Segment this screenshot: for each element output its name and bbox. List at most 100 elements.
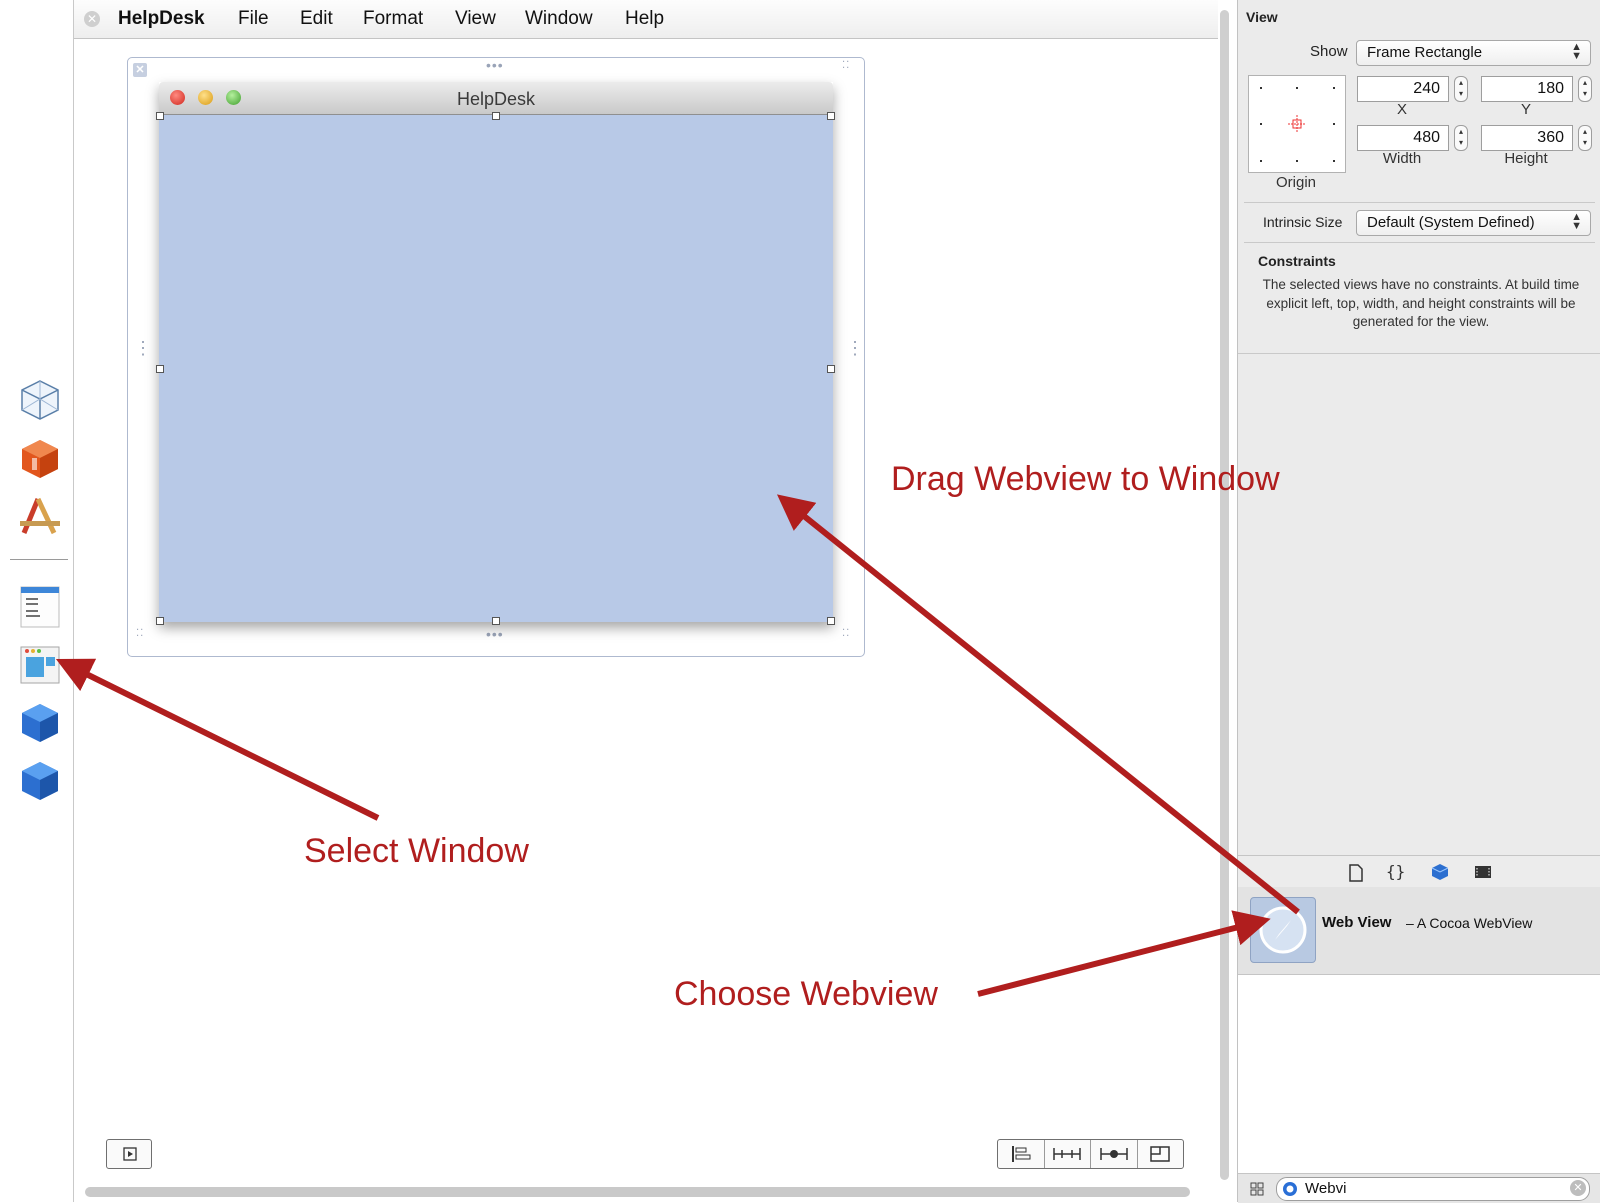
vertical-scrollbar[interactable]	[1220, 10, 1229, 1180]
constraints-title: Constraints	[1258, 253, 1336, 269]
main-menu-icon[interactable]	[18, 585, 62, 629]
web-view-item-tile	[1250, 897, 1316, 963]
clear-search-icon[interactable]: ✕	[1570, 1180, 1586, 1196]
intrinsic-size-value: Default (System Defined)	[1367, 214, 1535, 231]
library-filter-bar: Webvi ✕	[1238, 1173, 1600, 1203]
window-content-view[interactable]	[156, 112, 835, 625]
library-item-web-view[interactable]: Web View – A Cocoa WebView	[1238, 887, 1600, 975]
origin-point[interactable]	[1296, 87, 1298, 89]
origin-selector[interactable]	[1248, 75, 1346, 173]
origin-center-icon	[1288, 115, 1306, 133]
app-menu-bar: ✕ HelpDesk File Edit Format View Window …	[74, 0, 1218, 39]
close-scene-icon[interactable]: ✕	[133, 63, 147, 77]
library-list-empty-area	[1238, 975, 1600, 1175]
annotation-choose-webview: Choose Webview	[674, 975, 938, 1013]
divider	[1244, 242, 1595, 243]
filter-icon	[1283, 1182, 1297, 1196]
resize-dots-left: ⋮	[134, 338, 153, 358]
library-item-description: – A Cocoa WebView	[1406, 915, 1533, 931]
annotation-select-window: Select Window	[304, 832, 529, 870]
resize-handle[interactable]	[156, 617, 164, 625]
document-outline-toggle-button[interactable]	[106, 1139, 152, 1169]
width-value: 480	[1413, 129, 1440, 146]
media-library-icon[interactable]	[1474, 865, 1492, 879]
menu-window[interactable]: Window	[525, 8, 593, 30]
x-label: X	[1396, 101, 1407, 118]
y-label: Y	[1520, 101, 1531, 118]
object-library-icon[interactable]	[1431, 863, 1449, 881]
pin-icon	[1053, 1148, 1081, 1160]
size-inspector: View Show Frame Rectangle ▲ ▼ Origin 240 …	[1237, 0, 1600, 1203]
library-search-input[interactable]: Webvi ✕	[1276, 1177, 1590, 1201]
resizing-button[interactable]	[1138, 1140, 1184, 1168]
menu-view[interactable]: View	[455, 8, 496, 30]
height-value: 360	[1537, 129, 1564, 146]
corner-dots: ⁚⁚	[842, 628, 851, 639]
menu-edit[interactable]: Edit	[300, 8, 333, 30]
dock-separator	[10, 559, 68, 560]
origin-point[interactable]	[1260, 87, 1262, 89]
menu-file[interactable]: File	[238, 8, 269, 30]
x-stepper[interactable]: ▴ ▾	[1454, 76, 1468, 102]
window-titlebar[interactable]: HelpDesk	[159, 82, 833, 115]
y-field[interactable]: 180	[1481, 76, 1573, 102]
intrinsic-size-popup[interactable]: Default (System Defined) ▲ ▼	[1356, 210, 1591, 236]
width-stepper[interactable]: ▴ ▾	[1454, 125, 1468, 151]
resize-dots-bottom: •••	[486, 626, 504, 642]
resize-handle[interactable]	[827, 112, 835, 120]
window-title: HelpDesk	[456, 89, 536, 109]
height-stepper[interactable]: ▴ ▾	[1578, 125, 1592, 151]
origin-point[interactable]	[1333, 123, 1335, 125]
resize-handle[interactable]	[492, 617, 500, 625]
resize-dots-right: ⋮	[846, 338, 865, 358]
blue-cube-icon[interactable]	[18, 759, 62, 803]
compass-icon	[1259, 906, 1307, 954]
resize-handle[interactable]	[156, 365, 164, 373]
origin-point[interactable]	[1333, 87, 1335, 89]
library-tabs: {}	[1238, 855, 1600, 889]
resolve-icon	[1100, 1148, 1128, 1160]
code-snippet-icon[interactable]: {}	[1386, 862, 1405, 881]
cube-outline-icon[interactable]	[18, 378, 62, 422]
menu-format[interactable]: Format	[363, 8, 423, 30]
resize-handle[interactable]	[492, 112, 500, 120]
app-store-icon[interactable]	[18, 495, 62, 539]
y-stepper[interactable]: ▴ ▾	[1578, 76, 1592, 102]
horizontal-scrollbar[interactable]	[85, 1187, 1190, 1197]
divider	[1238, 353, 1600, 354]
pin-button[interactable]	[1045, 1140, 1091, 1168]
helpdesk-window[interactable]: HelpDesk	[156, 82, 835, 625]
show-popup-value: Frame Rectangle	[1367, 44, 1483, 61]
window-icon[interactable]	[18, 643, 62, 687]
origin-point[interactable]	[1296, 160, 1298, 162]
popup-arrows-icon: ▲ ▼	[1571, 41, 1582, 62]
resize-handle[interactable]	[827, 365, 835, 373]
y-value: 180	[1537, 80, 1564, 97]
x-field[interactable]: 240	[1357, 76, 1449, 102]
width-field[interactable]: 480	[1357, 125, 1449, 151]
show-popup[interactable]: Frame Rectangle ▲ ▼	[1356, 40, 1591, 66]
resize-handle[interactable]	[827, 617, 835, 625]
orange-cube-icon[interactable]	[18, 437, 62, 481]
origin-point[interactable]	[1333, 160, 1335, 162]
height-field[interactable]: 360	[1481, 125, 1573, 151]
annotation-drag-webview: Drag Webview to Window	[891, 460, 1280, 498]
file-template-icon[interactable]	[1348, 864, 1364, 882]
menu-help[interactable]: Help	[625, 8, 664, 30]
align-button[interactable]	[998, 1140, 1045, 1168]
constraints-message: The selected views have no constraints. …	[1262, 277, 1580, 329]
auto-layout-toolbar	[997, 1139, 1184, 1169]
resize-handle[interactable]	[156, 112, 164, 120]
resize-dots-top: •••	[486, 57, 504, 73]
close-icon[interactable]: ✕	[84, 11, 100, 27]
origin-point[interactable]	[1260, 123, 1262, 125]
intrinsic-size-label: Intrinsic Size	[1263, 214, 1343, 230]
origin-label: Origin	[1275, 174, 1316, 191]
align-icon	[1011, 1146, 1031, 1162]
origin-point[interactable]	[1260, 160, 1262, 162]
resolve-button[interactable]	[1091, 1140, 1138, 1168]
blue-cube-icon[interactable]	[18, 701, 62, 745]
corner-dots: ⁚⁚	[842, 60, 851, 71]
menu-app-name[interactable]: HelpDesk	[118, 8, 205, 30]
grid-view-icon[interactable]	[1250, 1182, 1264, 1196]
